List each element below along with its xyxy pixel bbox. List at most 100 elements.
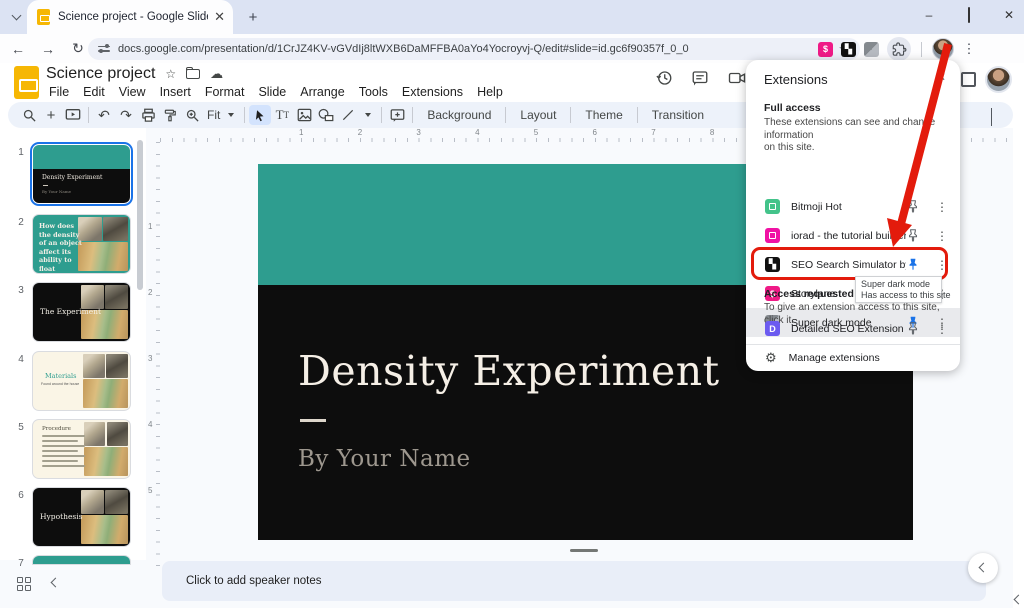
- extension-options-icon[interactable]: ⋮: [936, 258, 946, 272]
- print-icon[interactable]: [137, 105, 159, 125]
- pin-button[interactable]: [906, 228, 922, 244]
- restore-button[interactable]: [962, 8, 976, 22]
- extension-row-seo-search-simulator-by-n[interactable]: ▚SEO Search Simulator by N...⋮: [746, 250, 960, 279]
- gear-icon: ⚙: [765, 350, 777, 366]
- menu-slide[interactable]: Slide: [251, 84, 293, 100]
- extension-row-detailed-seo-extension[interactable]: DDetailed SEO Extension⋮: [746, 314, 960, 343]
- manage-extensions-button[interactable]: ⚙ Manage extensions: [746, 345, 960, 371]
- reload-button[interactable]: ↻: [66, 37, 90, 61]
- hide-menus-button[interactable]: [991, 109, 1001, 119]
- menu-file[interactable]: File: [42, 84, 76, 100]
- notes-resize-handle[interactable]: [570, 549, 598, 552]
- theme-button[interactable]: Theme: [575, 108, 632, 122]
- side-panel-toggle-button[interactable]: [968, 553, 998, 583]
- close-button[interactable]: ✕: [1002, 8, 1016, 22]
- pin-button[interactable]: [906, 199, 922, 215]
- forward-button[interactable]: →: [36, 37, 60, 61]
- star-document-icon[interactable]: ☆: [165, 67, 176, 81]
- collapse-filmstrip-icon[interactable]: [51, 578, 61, 588]
- select-tool-icon[interactable]: [249, 105, 271, 125]
- extension-options-icon[interactable]: ⋮: [936, 322, 946, 336]
- slide-thumbnail-3[interactable]: The Experiment: [33, 283, 130, 341]
- manage-extensions-label: Manage extensions: [789, 352, 880, 364]
- menu-tools[interactable]: Tools: [352, 84, 395, 100]
- slideshow-icon[interactable]: [62, 105, 84, 125]
- present-button-icon[interactable]: [961, 72, 976, 87]
- move-folder-icon[interactable]: [186, 69, 200, 79]
- menu-format[interactable]: Format: [198, 84, 252, 100]
- zoom-fit-label[interactable]: Fit: [207, 108, 220, 122]
- address-bar[interactable]: docs.google.com/presentation/d/1CrJZ4KV-…: [88, 38, 860, 60]
- menu-arrange[interactable]: Arrange: [293, 84, 351, 100]
- seo-simulator-icon[interactable]: ▚: [841, 42, 856, 57]
- google-slides-logo[interactable]: [14, 66, 39, 99]
- slide-thumbnail-4[interactable]: MaterialsFound around the house: [33, 352, 130, 410]
- layout-button[interactable]: Layout: [510, 108, 566, 122]
- document-title[interactable]: Science project: [46, 65, 155, 83]
- search-menus-icon[interactable]: [18, 105, 40, 125]
- menu-view[interactable]: View: [112, 84, 153, 100]
- vruler-number: 2: [148, 288, 152, 297]
- zoom-icon[interactable]: [181, 105, 203, 125]
- super-dark-mode-icon[interactable]: [864, 42, 879, 57]
- background-button[interactable]: Background: [417, 108, 501, 122]
- slide-thumbnail-2[interactable]: How does the density of an object affect…: [33, 215, 130, 273]
- extensions-menu-button[interactable]: [887, 37, 911, 61]
- grid-view-button[interactable]: [17, 577, 31, 591]
- extensions-panel-close-icon[interactable]: ✕: [936, 70, 946, 84]
- menu-edit[interactable]: Edit: [76, 84, 112, 100]
- pin-button[interactable]: [906, 321, 922, 337]
- thumb-text-lines: [42, 435, 85, 470]
- insert-line-icon[interactable]: [337, 105, 359, 125]
- slide-thumbnail-7[interactable]: [33, 556, 130, 564]
- text-box-icon[interactable]: TT: [271, 105, 293, 125]
- menu-insert[interactable]: Insert: [153, 84, 198, 100]
- undo-icon[interactable]: ↶: [93, 105, 115, 125]
- extension-row-iorad-the-tutorial-builder[interactable]: iorad - the tutorial builder⋮: [746, 221, 960, 250]
- browser-menu-icon[interactable]: ⋮: [962, 41, 976, 57]
- hruler-number: 3: [416, 128, 420, 137]
- back-button[interactable]: ←: [6, 37, 30, 61]
- slide-byline-text[interactable]: By Your Name: [298, 446, 471, 472]
- speaker-notes-placeholder: Click to add speaker notes: [186, 575, 322, 587]
- tab-search-button[interactable]: [6, 7, 26, 27]
- account-avatar[interactable]: [985, 66, 1012, 93]
- slide-title-text[interactable]: Density Experiment: [298, 347, 720, 395]
- line-dropdown-caret[interactable]: [365, 113, 371, 117]
- extension-options-icon[interactable]: ⋮: [936, 200, 946, 214]
- meet-camera-icon[interactable]: [727, 69, 747, 87]
- new-tab-button[interactable]: +: [244, 8, 262, 26]
- extension-name: Bitmoji Hot: [791, 201, 906, 213]
- browser-tab[interactable]: Science project - Google Slides ✕: [27, 0, 233, 34]
- insert-shape-icon[interactable]: [315, 105, 337, 125]
- comment-history-icon[interactable]: [691, 69, 709, 87]
- menu-extensions[interactable]: Extensions: [395, 84, 470, 100]
- minimize-button[interactable]: –: [922, 8, 936, 22]
- pin-button[interactable]: [906, 257, 922, 273]
- paint-format-icon[interactable]: [159, 105, 181, 125]
- slide-thumbnail-6[interactable]: Hypothesis: [33, 488, 130, 546]
- menu-help[interactable]: Help: [470, 84, 510, 100]
- version-history-icon[interactable]: [655, 69, 673, 87]
- right-scroll-rail: [1013, 128, 1024, 608]
- extension-options-icon[interactable]: ⋮: [936, 229, 946, 243]
- new-slide-icon[interactable]: +: [40, 105, 62, 125]
- window-controls: – ✕: [922, 2, 1016, 28]
- storylane-icon[interactable]: $: [818, 42, 833, 57]
- slide-number: 1: [14, 147, 28, 158]
- profile-avatar[interactable]: [932, 38, 954, 60]
- speaker-notes[interactable]: Click to add speaker notes: [162, 561, 986, 601]
- slide-thumbnail-5[interactable]: Procedure: [33, 420, 130, 478]
- insert-image-icon[interactable]: [293, 105, 315, 125]
- vruler-number: 4: [148, 420, 152, 429]
- insert-comment-icon[interactable]: [386, 105, 408, 125]
- filmstrip-scrollbar[interactable]: [137, 140, 143, 290]
- transition-button[interactable]: Transition: [642, 108, 714, 122]
- slide-thumbnail-1[interactable]: Density ExperimentBy Your Name: [33, 145, 130, 203]
- tab-close-icon[interactable]: ✕: [214, 9, 225, 25]
- document-status-cloud-icon[interactable]: ☁: [210, 66, 223, 82]
- extension-row-bitmoji-hot[interactable]: Bitmoji Hot ⋮: [746, 192, 960, 221]
- site-settings-icon[interactable]: [98, 43, 110, 55]
- redo-icon[interactable]: ↷: [115, 105, 137, 125]
- fit-dropdown-caret[interactable]: [228, 113, 234, 117]
